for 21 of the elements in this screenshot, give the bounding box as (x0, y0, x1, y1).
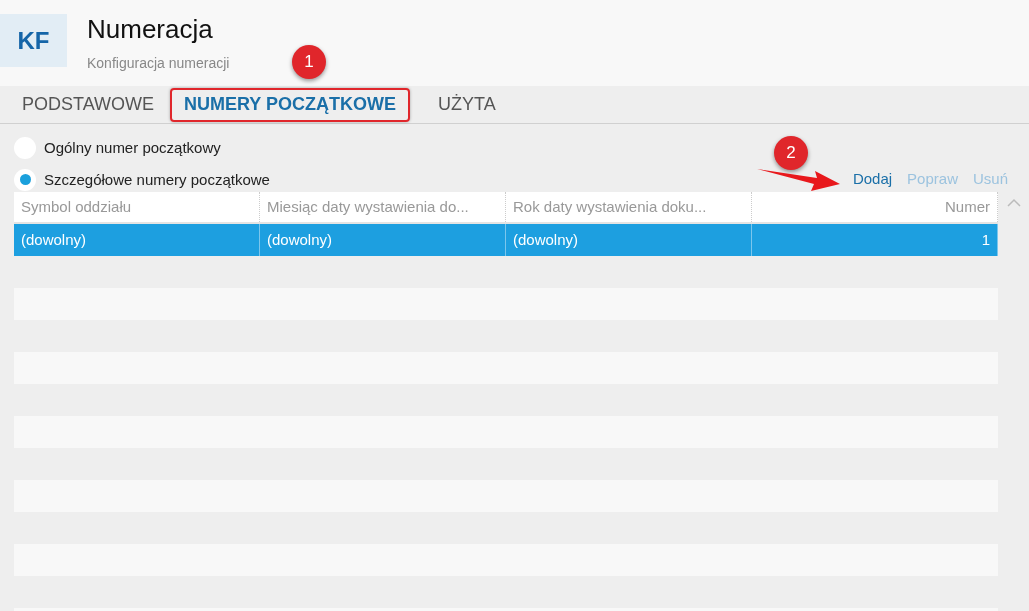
column-header[interactable]: Miesiąc daty wystawienia do... (260, 192, 506, 222)
table-cell: 1 (752, 224, 998, 256)
column-header[interactable]: Numer (752, 192, 998, 222)
page-subtitle: Konfiguracja numeracji (87, 54, 230, 73)
annotation-marker: 2 (774, 136, 808, 170)
app-logo: KF (0, 14, 67, 67)
tab[interactable]: PODSTAWOWE (20, 87, 156, 122)
table-row[interactable]: (dowolny) (dowolny) (dowolny) 1 (14, 224, 998, 256)
tab[interactable]: UŻYTA (424, 87, 510, 122)
page-title: Numeracja (87, 13, 214, 46)
scroll-up-icon[interactable] (1006, 198, 1021, 207)
column-header[interactable]: Rok daty wystawienia doku... (506, 192, 752, 222)
column-header[interactable]: Symbol oddziału (14, 192, 260, 222)
radio-label: Szczegółowe numery początkowe (44, 169, 270, 190)
action-link[interactable]: Dodaj (852, 167, 893, 191)
radio-label: Ogólny numer początkowy (44, 138, 221, 158)
radio-button[interactable] (14, 168, 36, 191)
tab[interactable]: NUMERY POCZĄTKOWE (170, 87, 410, 122)
table-cell: (dowolny) (506, 224, 752, 256)
table-cell: (dowolny) (260, 224, 506, 256)
table-cell: (dowolny) (14, 224, 260, 256)
